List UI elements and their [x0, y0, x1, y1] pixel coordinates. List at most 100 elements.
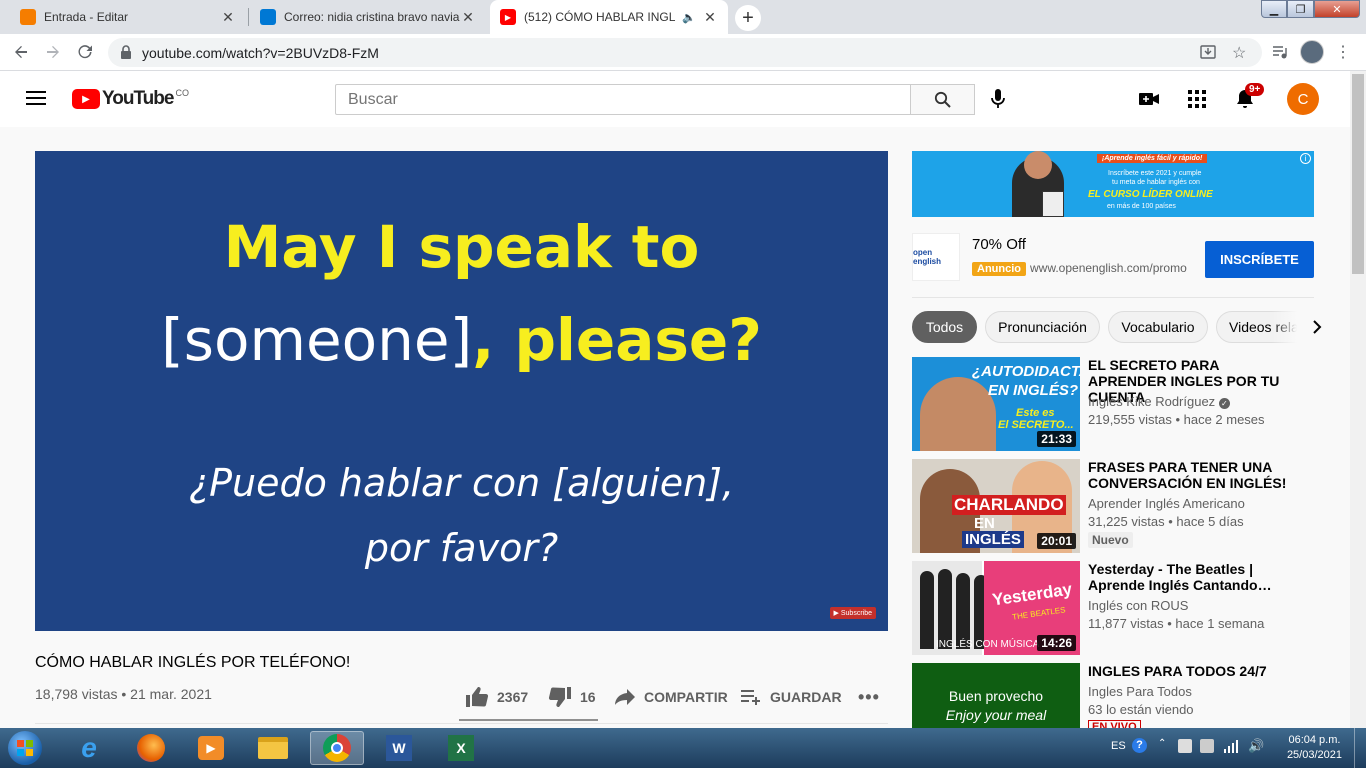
account-avatar[interactable]: C — [1287, 83, 1319, 115]
media-player-icon[interactable]: ▶ — [188, 731, 234, 765]
network-signal-icon[interactable] — [1224, 739, 1238, 758]
word-icon[interactable]: W — [376, 731, 422, 765]
video-title[interactable]: Yesterday - The Beatles | Aprende Inglés… — [1088, 561, 1298, 593]
ad-cta-button[interactable]: INSCRÍBETE — [1205, 241, 1314, 278]
chip-pronunciacion[interactable]: Pronunciación — [985, 311, 1100, 343]
volume-icon[interactable]: 🔊 — [1248, 738, 1264, 754]
maximize-button[interactable]: ❐ — [1287, 0, 1314, 18]
forward-button[interactable] — [41, 40, 65, 64]
video-title[interactable]: FRASES PARA TENER UNA CONVERSACIÓN EN IN… — [1088, 459, 1298, 491]
player-line-2: [someone], please? — [35, 306, 888, 374]
youtube-play-logo-icon: ▶ — [72, 89, 100, 109]
video-thumbnail[interactable]: Buen provecho Enjoy your meal — [912, 663, 1080, 728]
usb-device-icon[interactable] — [1200, 739, 1214, 753]
help-icon[interactable]: ? — [1132, 738, 1147, 753]
video-player[interactable]: May I speak to [someone], please? ¿Puedo… — [35, 151, 888, 631]
close-tab-icon[interactable]: ✕ — [702, 9, 718, 26]
action-center-flag-icon[interactable] — [1178, 739, 1192, 753]
search-button[interactable] — [910, 84, 975, 115]
thumbnail-person — [938, 569, 952, 649]
save-button[interactable]: GUARDAR — [740, 685, 842, 709]
show-desktop-button[interactable] — [1354, 728, 1366, 768]
ad-url[interactable]: www.openenglish.com/promo — [1030, 261, 1195, 275]
player-line-2-rest: , please? — [472, 306, 762, 374]
player-line-1: May I speak to — [223, 213, 700, 281]
chrome-icon[interactable] — [310, 731, 364, 765]
hamburger-menu-icon[interactable] — [26, 90, 46, 111]
dislike-button[interactable]: 16 — [548, 685, 596, 709]
tab-outlook[interactable]: Correo: nidia cristina bravo navia ✕ — [250, 0, 486, 34]
install-app-icon[interactable] — [1200, 44, 1216, 65]
start-button[interactable] — [2, 731, 48, 765]
kebab-menu-icon[interactable]: ⋮ — [1335, 42, 1351, 62]
show-hidden-icons-icon[interactable]: ⌃ — [1158, 738, 1166, 749]
new-tab-button[interactable]: + — [735, 5, 761, 31]
ad-title[interactable]: 70% Off — [972, 236, 1026, 253]
search-box[interactable] — [335, 84, 911, 115]
channel-name[interactable]: Inglés Kike Rodríguez ✓ — [1088, 394, 1230, 409]
scrollbar-thumb[interactable] — [1352, 74, 1364, 274]
thumbnail-text: CHARLANDO — [952, 495, 1066, 515]
ad-info-icon[interactable]: i — [1300, 153, 1311, 164]
tab-youtube[interactable]: ▶ (512) CÓMO HABLAR INGLÉS 🔈 ✕ — [490, 0, 728, 34]
internet-explorer-icon[interactable]: e — [66, 731, 112, 765]
search-input[interactable] — [336, 85, 910, 114]
media-queue-icon[interactable] — [1272, 44, 1288, 65]
video-thumbnail[interactable]: Yesterday THE BEATLES INGLÉS CON MÚSICA … — [912, 561, 1080, 655]
youtube-icon: ▶ — [500, 9, 516, 25]
playlist-add-icon — [741, 690, 760, 705]
ad-advertiser-logo[interactable]: open english — [912, 233, 960, 281]
share-label: COMPARTIR — [644, 689, 728, 705]
file-explorer-icon[interactable] — [250, 731, 296, 765]
video-duration: 14:26 — [1037, 635, 1076, 651]
recommended-video[interactable]: Yesterday THE BEATLES INGLÉS CON MÚSICA … — [912, 561, 1350, 655]
back-button[interactable] — [9, 40, 33, 64]
channel-name[interactable]: Inglés con ROUS — [1088, 598, 1188, 613]
recommended-video[interactable]: CHARLANDO EN INGLÉS 20:01 FRASES PARA TE… — [912, 459, 1350, 553]
ad-banner[interactable]: ¡Aprende inglés fácil y rápido! Inscríbe… — [912, 151, 1314, 217]
save-label: GUARDAR — [770, 689, 842, 705]
clock-date: 25/03/2021 — [1286, 749, 1342, 761]
profile-avatar[interactable] — [1300, 40, 1324, 64]
recommended-video[interactable]: ¿AUTODIDACTA EN INGLÉS? Este es El SECRE… — [912, 357, 1350, 451]
video-thumbnail[interactable]: CHARLANDO EN INGLÉS 20:01 — [912, 459, 1080, 553]
recommended-video[interactable]: Buen provecho Enjoy your meal INGLES PAR… — [912, 663, 1350, 728]
create-video-icon[interactable] — [1139, 91, 1159, 112]
close-window-button[interactable]: ✕ — [1314, 0, 1360, 18]
omnibox[interactable]: youtube.com/watch?v=2BUVzD8-FzM ☆ — [108, 38, 1262, 67]
chip-vocabulario[interactable]: Vocabulario — [1108, 311, 1208, 343]
language-indicator[interactable]: ES — [1111, 740, 1126, 752]
video-thumbnail[interactable]: ¿AUTODIDACTA EN INGLÉS? Este es El SECRE… — [912, 357, 1080, 451]
apps-grid-icon[interactable] — [1188, 90, 1206, 113]
chip-todos[interactable]: Todos — [912, 311, 977, 343]
close-tab-icon[interactable]: ✕ — [220, 9, 236, 26]
excel-icon[interactable]: X — [438, 731, 484, 765]
chips-next-button[interactable] — [1272, 311, 1322, 343]
like-button[interactable]: 2367 — [465, 685, 528, 709]
youtube-logo[interactable]: ▶ YouTube CO — [72, 88, 189, 110]
thumbnail-person — [920, 571, 934, 649]
microphone-icon[interactable] — [990, 88, 1006, 115]
thumbnail-text: Buen provecho — [948, 688, 1044, 704]
tab-blogger[interactable]: Entrada - Editar ✕ — [10, 0, 246, 34]
channel-name[interactable]: Aprender Inglés Americano — [1088, 496, 1245, 511]
reload-button[interactable] — [73, 40, 97, 64]
thumbnail-text: EN — [974, 515, 995, 532]
more-actions-icon[interactable]: ••• — [858, 685, 880, 709]
minimize-button[interactable]: ▁ — [1261, 0, 1287, 18]
audio-playing-icon[interactable]: 🔈 — [682, 11, 696, 24]
video-title[interactable]: INGLES PARA TODOS 24/7 — [1088, 663, 1298, 679]
thumbnail-text: Este es — [1016, 407, 1055, 419]
share-button[interactable]: COMPARTIR — [614, 685, 728, 709]
firefox-icon[interactable] — [128, 731, 174, 765]
system-clock[interactable]: 06:04 p.m. 25/03/2021 — [1287, 733, 1342, 763]
channel-name-text: Inglés Kike Rodríguez — [1088, 394, 1216, 409]
page-scrollbar[interactable] — [1350, 71, 1366, 728]
subscribe-watermark[interactable]: ▶ Subscribe — [829, 607, 876, 619]
bookmark-star-icon[interactable]: ☆ — [1232, 43, 1246, 63]
channel-name[interactable]: Ingles Para Todos — [1088, 684, 1192, 699]
close-tab-icon[interactable]: ✕ — [460, 9, 476, 26]
lock-icon[interactable] — [120, 45, 132, 64]
country-code: CO — [175, 88, 189, 98]
url-text[interactable]: youtube.com/watch?v=2BUVzD8-FzM — [142, 45, 379, 61]
